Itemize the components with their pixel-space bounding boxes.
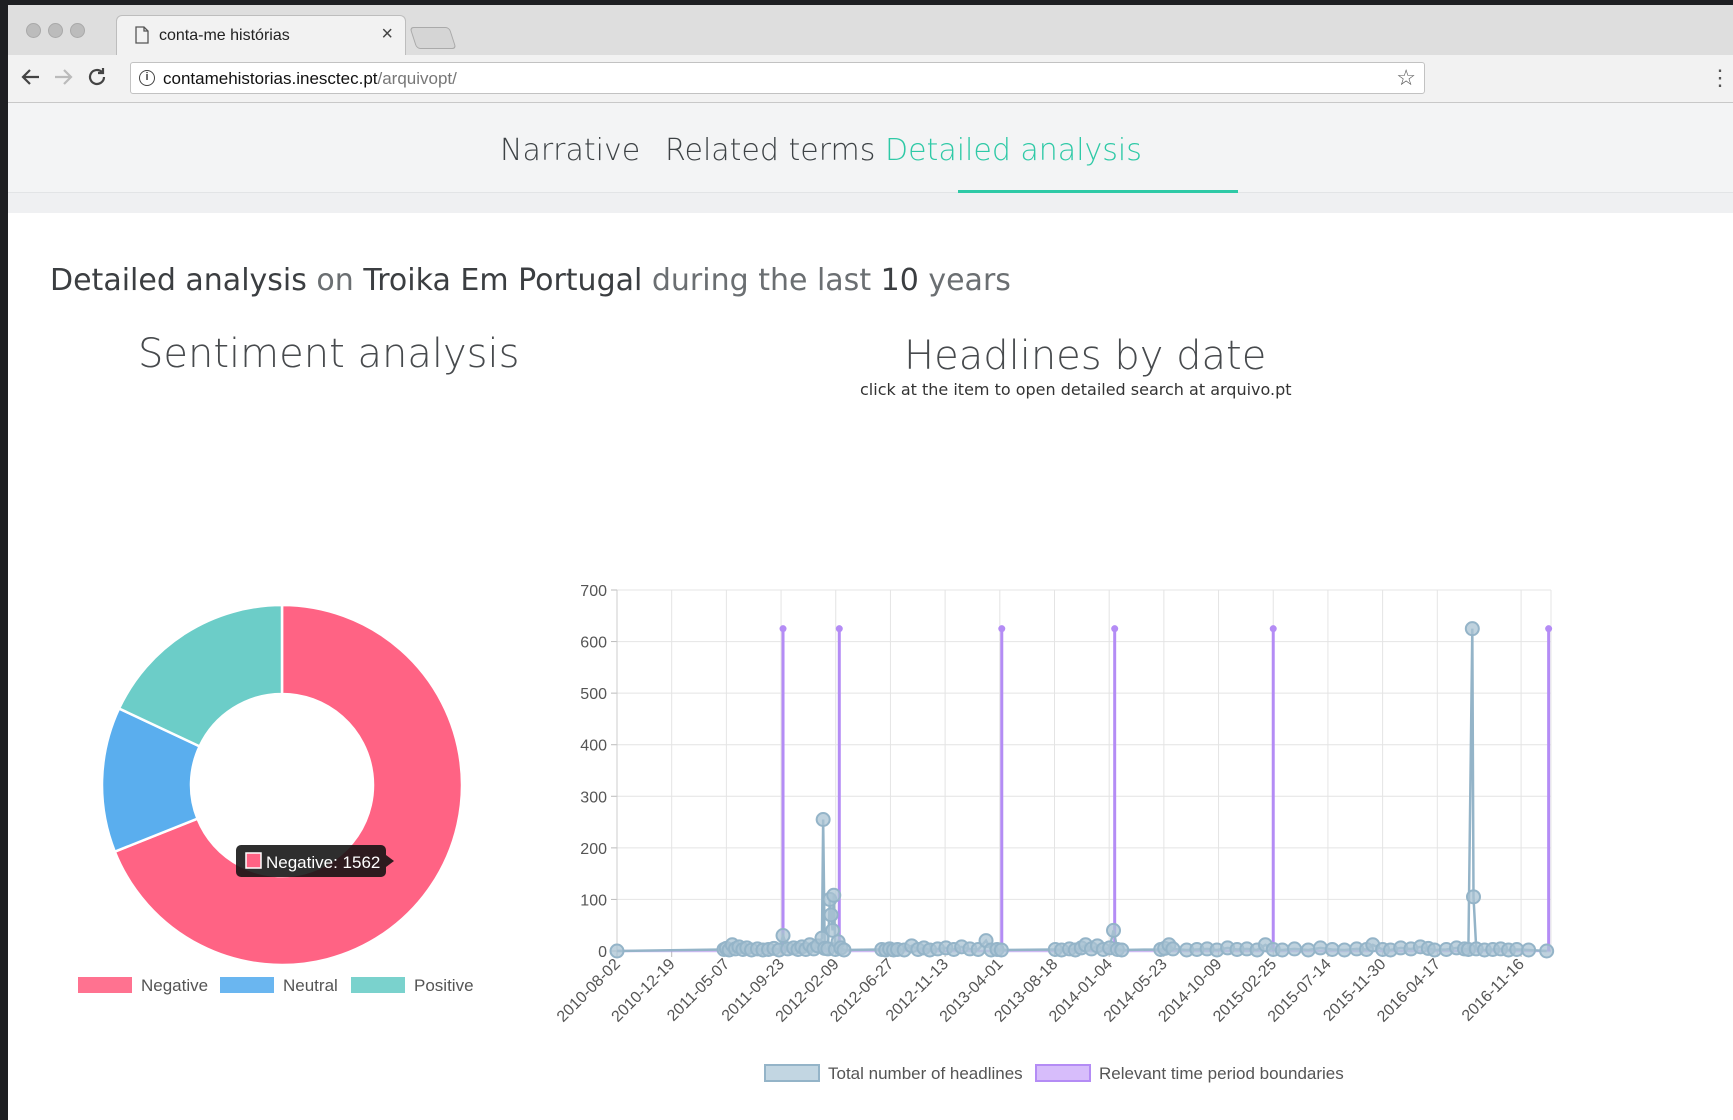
- tab-title: conta-me histórias: [159, 27, 290, 44]
- headline-point[interactable]: [1300, 942, 1316, 958]
- legend-swatch: [1035, 1064, 1091, 1082]
- headline-point[interactable]: [1336, 942, 1352, 958]
- tab-narrative[interactable]: Narrative: [500, 133, 640, 168]
- address-bar[interactable]: i contamehistorias.inesctec.pt/arquivopt…: [130, 62, 1425, 94]
- sentiment-title: Sentiment analysis: [138, 331, 520, 377]
- boundary-point[interactable]: [1111, 625, 1119, 633]
- tab-related-terms[interactable]: Related terms: [665, 133, 875, 168]
- reload-icon: [88, 68, 106, 86]
- browser-tab[interactable]: conta-me histórias ×: [116, 15, 406, 55]
- boundary-point[interactable]: [1269, 625, 1277, 633]
- legend-label: Total number of headlines: [828, 1064, 1023, 1083]
- headline-point[interactable]: [1521, 942, 1537, 958]
- donut-tooltip-text: Negative: 1562: [266, 853, 380, 872]
- legend-label: Relevant time period boundaries: [1099, 1064, 1344, 1083]
- tab-strip: conta-me histórias ×: [8, 5, 1733, 55]
- headlines-line-chart[interactable]: 01002003004005006007002010-08-022010-12-…: [553, 473, 1733, 1120]
- headline-point[interactable]: [1106, 922, 1122, 938]
- boundary-point[interactable]: [1545, 625, 1553, 633]
- boundary-point[interactable]: [779, 625, 787, 633]
- browser-menu-icon[interactable]: ⋮: [1709, 65, 1731, 91]
- headline-point[interactable]: [823, 907, 839, 923]
- new-tab-button[interactable]: [409, 27, 457, 49]
- back-button[interactable]: [18, 65, 44, 91]
- boundary-point[interactable]: [835, 625, 843, 633]
- headlines-title: Headlines by date: [904, 333, 1267, 379]
- reload-button[interactable]: [84, 65, 110, 91]
- legend-item-negative[interactable]: Negative: [78, 976, 208, 995]
- legend-label: Negative: [141, 976, 208, 995]
- headline-point[interactable]: [1165, 941, 1181, 957]
- maximize-window-icon[interactable]: [70, 23, 85, 38]
- url-text: contamehistorias.inesctec.pt/arquivopt/: [163, 69, 457, 88]
- close-window-icon[interactable]: [26, 23, 41, 38]
- headline-point[interactable]: [1286, 941, 1302, 957]
- document-icon: [135, 26, 149, 44]
- minimize-window-icon[interactable]: [48, 23, 63, 38]
- y-tick-label: 300: [580, 789, 607, 806]
- headline-point[interactable]: [1274, 942, 1290, 958]
- legend-item-positive[interactable]: Positive: [351, 976, 474, 995]
- headline-point[interactable]: [775, 928, 791, 944]
- y-tick-label: 100: [580, 892, 607, 909]
- headline-point[interactable]: [836, 942, 852, 958]
- headline-point[interactable]: [826, 887, 842, 903]
- headline-point[interactable]: [993, 942, 1009, 958]
- y-tick-label: 600: [580, 635, 607, 652]
- donut-tooltip: Negative: 1562: [236, 845, 394, 877]
- browser-window: conta-me histórias × i contamehistorias.…: [8, 5, 1733, 1120]
- legend-item-boundaries[interactable]: Relevant time period boundaries: [1035, 1064, 1344, 1083]
- browser-toolbar: i contamehistorias.inesctec.pt/arquivopt…: [8, 55, 1733, 103]
- y-tick-label: 400: [580, 738, 607, 755]
- headline-point[interactable]: [1465, 889, 1481, 905]
- headline-point[interactable]: [1114, 942, 1130, 958]
- headlines-series-line: [616, 628, 1547, 953]
- headline-point[interactable]: [1324, 941, 1340, 957]
- x-tick-label: 2016-11-16: [1459, 956, 1528, 1025]
- headline-point[interactable]: [609, 943, 625, 959]
- bookmark-star-icon[interactable]: ☆: [1396, 65, 1416, 91]
- sentiment-donut-chart[interactable]: Negative: 1562 Negative Neutral Positive: [8, 483, 568, 1083]
- headline-point[interactable]: [1539, 943, 1555, 959]
- legend-item-total-headlines[interactable]: Total number of headlines: [764, 1064, 1023, 1083]
- forward-arrow-icon: [55, 69, 73, 85]
- y-tick-label: 700: [580, 583, 607, 600]
- forward-button[interactable]: [50, 65, 76, 91]
- close-tab-icon[interactable]: ×: [381, 23, 393, 46]
- legend-label: Neutral: [283, 976, 338, 995]
- page-content: Narrative Related terms Detailed analysi…: [8, 103, 1733, 1120]
- nav-divider: [8, 193, 1733, 213]
- back-arrow-icon: [21, 69, 39, 85]
- tab-detailed-analysis[interactable]: Detailed analysis: [885, 133, 1142, 168]
- analysis-summary: Detailed analysis on Troika Em Portugal …: [50, 263, 1011, 298]
- legend-swatch: [764, 1064, 820, 1082]
- legend-label: Positive: [414, 976, 474, 995]
- section-tabs: Narrative Related terms Detailed analysi…: [8, 103, 1733, 193]
- headlines-subtitle: click at the item to open detailed searc…: [860, 380, 1292, 399]
- headline-point[interactable]: [815, 811, 831, 827]
- info-icon[interactable]: i: [139, 70, 155, 86]
- y-tick-label: 0: [598, 944, 607, 961]
- y-tick-label: 500: [580, 686, 607, 703]
- y-tick-label: 200: [580, 841, 607, 858]
- legend-item-neutral[interactable]: Neutral: [220, 976, 338, 995]
- boundary-point[interactable]: [998, 625, 1006, 633]
- headline-point[interactable]: [1464, 621, 1480, 637]
